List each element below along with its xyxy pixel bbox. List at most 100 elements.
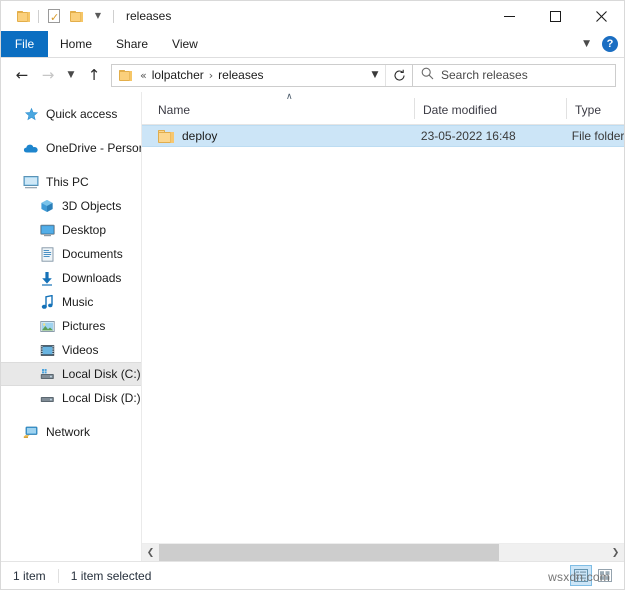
- videos-icon: [39, 342, 55, 358]
- sidebar-item-downloads[interactable]: Downloads: [1, 266, 141, 290]
- sidebar-item-label: Music: [62, 295, 93, 309]
- column-divider: [414, 98, 415, 119]
- sidebar-gap-1: [1, 126, 141, 136]
- column-header-date-modified[interactable]: Date modified: [414, 92, 566, 124]
- qat-divider-2: [113, 10, 114, 23]
- pin-star-icon: [23, 106, 39, 122]
- file-list[interactable]: deploy 23-05-2022 16:48 File folder: [142, 125, 624, 543]
- sidebar-item-label: Local Disk (C:): [62, 367, 141, 381]
- file-date-cell: 23-05-2022 16:48: [412, 129, 563, 143]
- cloud-icon: [23, 140, 39, 156]
- maximize-button[interactable]: [532, 1, 578, 31]
- large-icons-view-button[interactable]: [594, 565, 616, 586]
- desktop-icon: [39, 222, 55, 238]
- sidebar-gap-3: [1, 410, 141, 420]
- column-header-name[interactable]: Name ∧: [142, 92, 414, 124]
- drive-icon: [39, 366, 55, 382]
- sidebar-item-label: Network: [46, 425, 90, 439]
- pictures-icon: [39, 318, 55, 334]
- search-input[interactable]: Search releases: [441, 68, 528, 82]
- sidebar-item-music[interactable]: Music: [1, 290, 141, 314]
- body-area: Quick access OneDrive - Persor: [1, 92, 624, 561]
- breadcrumb-item-lolpatcher[interactable]: lolpatcher: [152, 68, 204, 82]
- sidebar-item-desktop[interactable]: Desktop: [1, 218, 141, 242]
- sidebar-item-local-disk-c[interactable]: Local Disk (C:): [1, 362, 141, 386]
- sidebar-item-documents[interactable]: Documents: [1, 242, 141, 266]
- column-header-label: Date modified: [423, 103, 497, 117]
- item-count-label: 1 item: [13, 569, 46, 583]
- title-bar: ✓ ▼ releases: [1, 1, 624, 31]
- drive-icon: [39, 390, 55, 406]
- column-header-type[interactable]: Type: [566, 92, 624, 124]
- properties-glyph: ✓: [48, 9, 60, 23]
- tab-share[interactable]: Share: [104, 31, 160, 57]
- search-icon: [421, 67, 434, 83]
- sidebar-item-label: 3D Objects: [62, 199, 121, 213]
- address-dropdown-icon[interactable]: ▼: [365, 65, 385, 86]
- folder-icon: [158, 130, 174, 143]
- address-folder-glyph: [119, 70, 132, 81]
- sidebar-item-label: Documents: [62, 247, 123, 261]
- downloads-icon: [39, 270, 55, 286]
- table-row[interactable]: deploy 23-05-2022 16:48 File folder: [142, 125, 624, 147]
- search-box[interactable]: Search releases: [413, 64, 616, 87]
- 3d-objects-icon: [39, 198, 55, 214]
- breadcrumb-folder-icon[interactable]: [117, 70, 135, 81]
- breadcrumb-overflow-icon[interactable]: «: [135, 69, 152, 82]
- sidebar-item-quick-access[interactable]: Quick access: [1, 102, 141, 126]
- file-name-label: deploy: [182, 129, 217, 143]
- breadcrumb-separator-icon[interactable]: ›: [204, 69, 218, 82]
- sidebar-item-label: Desktop: [62, 223, 106, 237]
- file-name-cell[interactable]: deploy: [142, 129, 412, 143]
- sidebar-item-local-disk-d[interactable]: Local Disk (D:): [1, 386, 141, 410]
- refresh-icon[interactable]: [386, 65, 412, 86]
- forward-button[interactable]: →: [35, 62, 61, 88]
- sidebar-item-label: Pictures: [62, 319, 105, 333]
- ribbon-tab-bar: File Home Share View ▼ ?: [1, 31, 624, 58]
- tab-home[interactable]: Home: [48, 31, 104, 57]
- column-divider: [566, 98, 567, 119]
- customize-chevron-icon[interactable]: ▼: [87, 5, 109, 27]
- column-header-label: Name: [158, 103, 190, 117]
- status-bar: 1 item 1 item selected: [1, 561, 624, 589]
- help-icon[interactable]: ?: [602, 36, 618, 52]
- navigation-bar: ← → ▼ ↑ « lolpatcher › releases ▼: [1, 58, 624, 92]
- breadcrumb: « lolpatcher › releases: [112, 68, 365, 82]
- monitor-icon: [23, 174, 39, 190]
- properties-icon[interactable]: ✓: [43, 5, 65, 27]
- view-mode-buttons: [570, 565, 616, 586]
- sidebar-item-pictures[interactable]: Pictures: [1, 314, 141, 338]
- sidebar-item-3d-objects[interactable]: 3D Objects: [1, 194, 141, 218]
- address-bar[interactable]: « lolpatcher › releases ▼: [111, 64, 413, 87]
- scrollbar-track[interactable]: [159, 544, 607, 561]
- details-view-button[interactable]: [570, 565, 592, 586]
- breadcrumb-item-releases[interactable]: releases: [218, 68, 263, 82]
- folder-properties-icon[interactable]: [12, 5, 34, 27]
- file-type-cell: File folder: [563, 129, 624, 143]
- sidebar-item-onedrive[interactable]: OneDrive - Persor: [1, 136, 141, 160]
- music-icon: [39, 294, 55, 310]
- sidebar-item-network[interactable]: Network: [1, 420, 141, 444]
- minimize-button[interactable]: [486, 1, 532, 31]
- sidebar-item-label: This PC: [46, 175, 89, 189]
- sidebar-item-label: Quick access: [46, 107, 117, 121]
- close-button[interactable]: [578, 1, 624, 31]
- tab-view[interactable]: View: [160, 31, 210, 57]
- chevron-down-icon[interactable]: ▼: [579, 39, 594, 49]
- scroll-right-icon[interactable]: ❯: [607, 544, 624, 561]
- window-title: releases: [126, 9, 171, 23]
- recent-locations-icon[interactable]: ▼: [61, 62, 81, 88]
- horizontal-scrollbar[interactable]: ❮ ❯: [142, 543, 624, 561]
- scroll-left-icon[interactable]: ❮: [142, 544, 159, 561]
- back-button[interactable]: ←: [9, 62, 35, 88]
- scrollbar-thumb[interactable]: [159, 544, 499, 561]
- sidebar-item-label: Local Disk (D:): [62, 391, 141, 405]
- ribbon-right-controls: ▼ ?: [579, 31, 618, 57]
- sidebar-item-this-pc[interactable]: This PC: [1, 170, 141, 194]
- sidebar-item-videos[interactable]: Videos: [1, 338, 141, 362]
- up-button[interactable]: ↑: [81, 62, 107, 88]
- sidebar-item-label: OneDrive - Persor: [46, 141, 141, 155]
- network-icon: [23, 424, 39, 440]
- tab-file[interactable]: File: [1, 31, 48, 57]
- new-folder-icon[interactable]: [65, 5, 87, 27]
